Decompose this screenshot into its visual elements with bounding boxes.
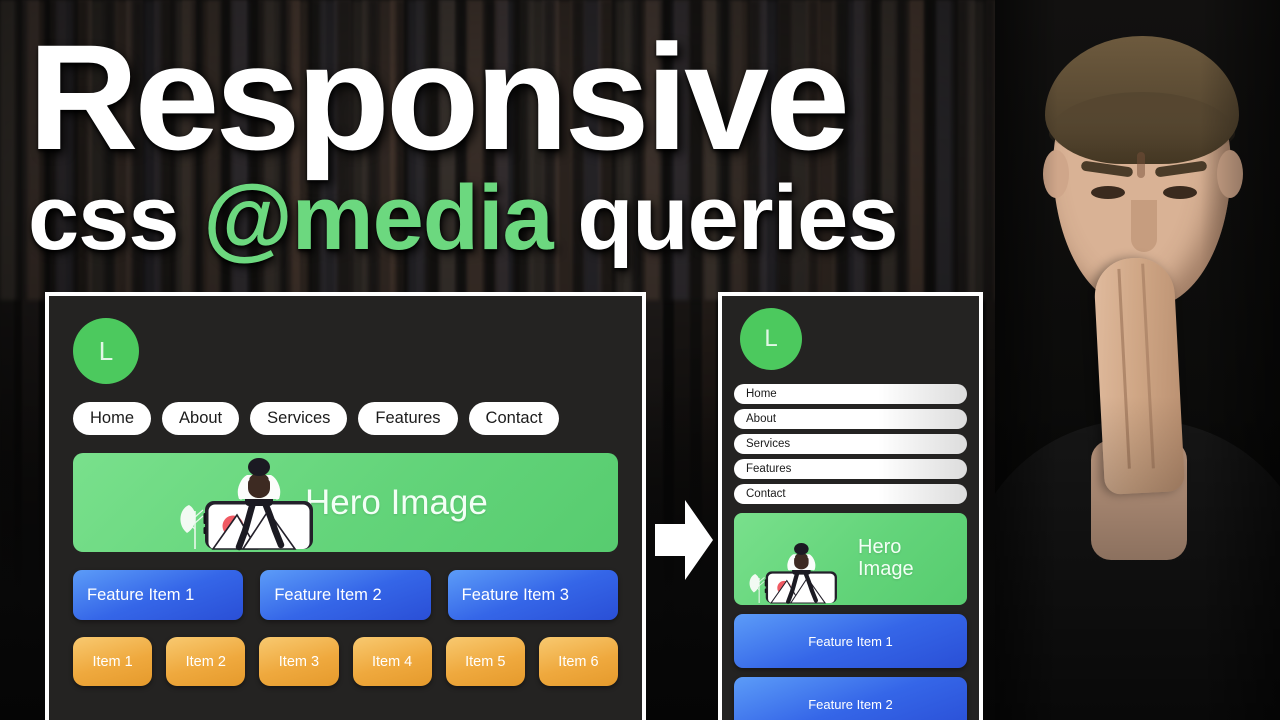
mobile-nav-item-about[interactable]: About bbox=[734, 409, 967, 429]
feature-card-3[interactable]: Feature Item 3 bbox=[447, 570, 618, 620]
nav-item-home[interactable]: Home bbox=[73, 402, 152, 435]
nav-item-services[interactable]: Services bbox=[250, 402, 348, 435]
mobile-hero-label: Hero Image bbox=[858, 537, 914, 580]
headline-secondary: css @media queries bbox=[28, 172, 1038, 264]
headline-primary: Responsive bbox=[28, 13, 850, 181]
mobile-hero-banner: Hero Image bbox=[734, 513, 967, 605]
hero-illustration-icon bbox=[180, 458, 313, 551]
mobile-logo-avatar[interactable]: L bbox=[740, 308, 802, 370]
desktop-hero-banner: Hero Image bbox=[73, 453, 618, 552]
nav-item-contact[interactable]: Contact bbox=[468, 402, 560, 435]
mobile-feature-card-2[interactable]: Feature Item 2 bbox=[734, 677, 967, 720]
mobile-nav-item-home[interactable]: Home bbox=[734, 384, 967, 404]
headline-accent: @media bbox=[203, 166, 554, 269]
presenter-shading-overlay bbox=[995, 0, 1280, 720]
headline-suffix: queries bbox=[552, 166, 898, 269]
transition-arrow-icon bbox=[655, 500, 713, 580]
mobile-nav-item-features[interactable]: Features bbox=[734, 459, 967, 479]
nav-item-features[interactable]: Features bbox=[358, 402, 458, 435]
youtube-thumbnail: Responsive css @media queries L Home Abo… bbox=[0, 0, 1280, 720]
presenter-photo bbox=[995, 0, 1280, 720]
grid-item-4[interactable]: Item 4 bbox=[352, 637, 432, 686]
grid-item-1[interactable]: Item 1 bbox=[73, 637, 153, 686]
desktop-logo-letter: L bbox=[98, 335, 114, 366]
mobile-hero-label-line2: Image bbox=[858, 558, 914, 580]
mobile-layout-mockup: L Home About Services Features Contact H… bbox=[718, 292, 983, 720]
hero-illustration-icon bbox=[749, 543, 837, 604]
desktop-item-grid: Item 1 Item 2 Item 3 Item 4 Item 5 Item … bbox=[73, 637, 619, 686]
desktop-navigation: Home About Services Features Contact bbox=[73, 402, 618, 435]
nav-item-about[interactable]: About bbox=[162, 402, 240, 435]
mobile-hero-label-line1: Hero bbox=[858, 536, 902, 559]
grid-item-5[interactable]: Item 5 bbox=[445, 637, 525, 686]
grid-item-6[interactable]: Item 6 bbox=[538, 637, 619, 686]
desktop-layout-mockup: L Home About Services Features Contact H… bbox=[45, 292, 646, 720]
mobile-feature-card-1[interactable]: Feature Item 1 bbox=[734, 614, 967, 668]
mobile-feature-column: Feature Item 1 Feature Item 2 bbox=[734, 614, 967, 720]
headline-prefix: css bbox=[28, 166, 204, 269]
mobile-logo-letter: L bbox=[764, 325, 778, 352]
mobile-nav-item-services[interactable]: Services bbox=[734, 434, 967, 454]
mobile-nav-item-contact[interactable]: Contact bbox=[734, 484, 967, 504]
headline-block: Responsive css @media queries bbox=[28, 22, 1038, 264]
feature-card-1[interactable]: Feature Item 1 bbox=[73, 570, 244, 620]
grid-item-3[interactable]: Item 3 bbox=[259, 637, 339, 686]
desktop-feature-row: Feature Item 1 Feature Item 2 Feature It… bbox=[73, 570, 618, 620]
feature-card-2[interactable]: Feature Item 2 bbox=[260, 570, 431, 620]
grid-item-2[interactable]: Item 2 bbox=[166, 637, 246, 686]
desktop-logo-avatar[interactable]: L bbox=[73, 318, 139, 384]
mobile-navigation: Home About Services Features Contact bbox=[734, 384, 967, 504]
